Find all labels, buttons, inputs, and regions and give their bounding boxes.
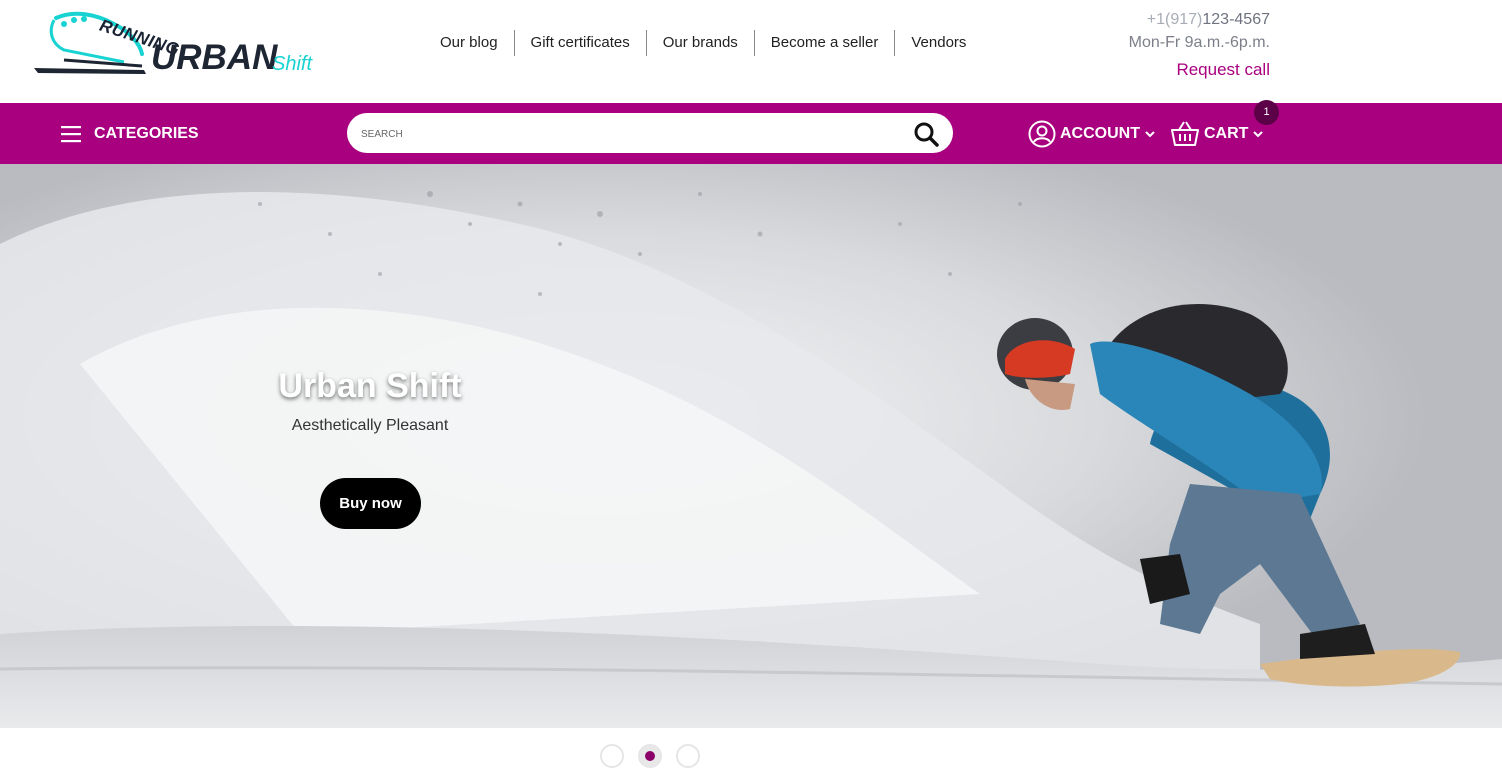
nav-gift-certificates[interactable]: Gift certificates (513, 30, 646, 56)
slider-pagination (600, 744, 714, 768)
hamburger-menu-icon (61, 126, 81, 143)
cart-label: CART (1204, 125, 1249, 142)
logo-urban-text: URBAN (151, 38, 278, 77)
phone-digits: 123-4567 (1202, 11, 1270, 28)
snowboarder-photo (0, 164, 1502, 728)
hero-title: Urban Shift (278, 367, 462, 405)
top-nav: Our blog Gift certificates Our brands Be… (424, 30, 982, 56)
request-call-link[interactable]: Request call (1129, 55, 1270, 85)
slider-dot-2-active[interactable] (638, 744, 662, 768)
logo-shift-text: Shift (272, 53, 313, 75)
user-account-icon (1028, 120, 1056, 148)
buy-now-button[interactable]: Buy now (320, 478, 421, 529)
cart-count-badge: 1 (1254, 100, 1279, 125)
nav-become-a-seller[interactable]: Become a seller (753, 30, 895, 56)
contact-block: +1(917)123-4567 Mon-Fr 9a.m.-6p.m. Reque… (1129, 9, 1270, 85)
search-input[interactable] (359, 113, 903, 155)
phone-code: +1(917) (1146, 11, 1203, 28)
business-hours: Mon-Fr 9a.m.-6p.m. (1128, 34, 1270, 51)
phone-number[interactable]: +1(917)123-4567 (1129, 9, 1270, 31)
chevron-down-icon (1253, 131, 1264, 138)
nav-vendors[interactable]: Vendors (894, 30, 982, 56)
site-logo[interactable]: RUNNING URBAN Shift (34, 10, 324, 80)
cart-button[interactable]: CART (1170, 117, 1264, 151)
chevron-down-icon (1145, 131, 1155, 138)
nav-our-blog[interactable]: Our blog (424, 30, 514, 56)
search-icon[interactable] (913, 121, 939, 147)
account-button[interactable]: ACCOUNT (1028, 117, 1155, 151)
search-box (347, 113, 953, 155)
categories-button[interactable]: CATEGORIES (60, 120, 199, 148)
hero-subtitle: Aesthetically Pleasant (291, 417, 449, 434)
nav-our-brands[interactable]: Our brands (645, 30, 754, 56)
hero-banner: Urban Shift Aesthetically Pleasant Buy n… (0, 164, 1502, 728)
top-header: RUNNING URBAN Shift Our blog Gift certif… (0, 0, 1502, 103)
account-label: ACCOUNT (1060, 125, 1140, 142)
categories-label: CATEGORIES (94, 125, 199, 142)
shopping-basket-icon (1171, 121, 1199, 146)
slider-dot-1[interactable] (600, 744, 624, 768)
slider-dot-3[interactable] (676, 744, 700, 768)
